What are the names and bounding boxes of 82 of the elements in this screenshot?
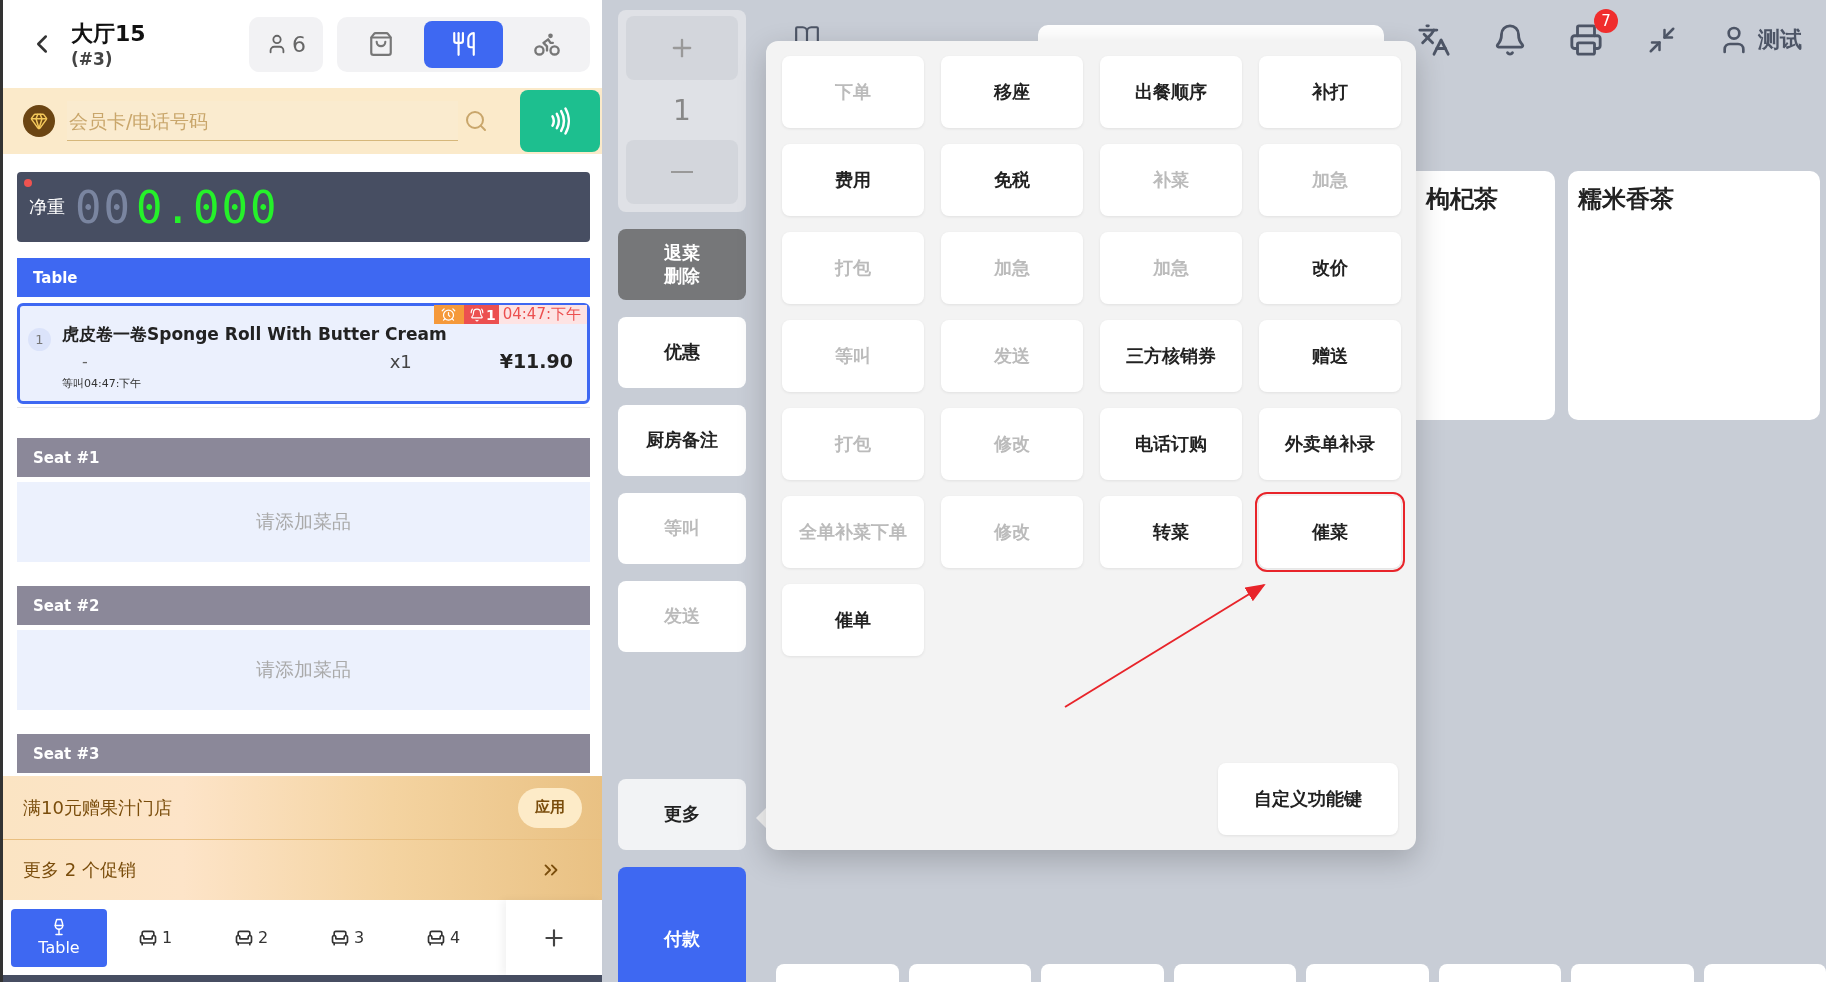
guest-count-button[interactable]: 6 xyxy=(249,16,323,72)
notification-badge: 7 xyxy=(1594,9,1618,33)
product-name: 枸杞茶 xyxy=(1426,185,1498,213)
weight-reading: 0.000 xyxy=(136,181,279,233)
product-card[interactable]: 枸杞茶 xyxy=(1416,171,1555,420)
translate-button[interactable] xyxy=(1417,23,1451,57)
seat-tab[interactable]: Table xyxy=(11,908,107,967)
product-card[interactable] xyxy=(1306,964,1429,982)
item-name: 虎皮卷一卷Sponge Roll With Butter Cream xyxy=(62,323,448,346)
seat-tab[interactable]: 4 xyxy=(395,908,491,967)
empty-seat-hint: 请添加菜品 xyxy=(17,630,590,710)
promotion-text: 满10元赠果汁门店 xyxy=(23,795,172,820)
urge-badge: 1 xyxy=(463,305,499,324)
minimize-icon xyxy=(1647,25,1677,55)
product-card[interactable] xyxy=(1438,964,1561,982)
seat-tab[interactable]: 2 xyxy=(203,908,299,967)
item-quantity: x1 xyxy=(389,350,413,372)
add-seat-button[interactable] xyxy=(506,900,602,975)
seat-header: Seat #3 xyxy=(17,734,590,773)
action-button[interactable]: 厨房备注 xyxy=(618,405,746,476)
order-item[interactable]: 1 虎皮卷一卷Sponge Roll With Butter Cream - x1 ¥11.90 等叫04:47:下午 1 04:47:下午 xyxy=(17,303,590,404)
decrease-button[interactable] xyxy=(626,140,738,204)
search-icon xyxy=(464,109,488,133)
action-button[interactable]: 退菜删除 xyxy=(618,229,746,300)
printer-icon xyxy=(1569,23,1603,57)
item-time: 04:47:下午 xyxy=(498,305,587,324)
utensils-icon xyxy=(450,31,477,57)
product-card[interactable] xyxy=(1041,964,1164,982)
empty-seat-hint: 请添加菜品 xyxy=(17,482,590,562)
net-weight-label: 净重 xyxy=(29,195,65,219)
table-section-header: Table xyxy=(17,258,590,297)
function-key[interactable]: 出餐顺序 xyxy=(1100,56,1242,128)
product-card[interactable] xyxy=(1703,964,1826,982)
printer-button[interactable] xyxy=(1569,23,1603,57)
card-reader-button[interactable] xyxy=(520,90,600,152)
seat-tab[interactable]: 1 xyxy=(107,908,203,967)
apply-button[interactable]: 应用 xyxy=(518,787,582,828)
function-key[interactable]: 外卖单补录 xyxy=(1259,408,1401,480)
alarm-clock-icon xyxy=(433,305,464,324)
minus-icon xyxy=(671,171,693,173)
action-button[interactable]: 付款 xyxy=(618,867,746,982)
user-menu[interactable]: 测试 xyxy=(1712,23,1808,57)
bell-icon xyxy=(1493,23,1527,57)
function-key[interactable]: 电话订购 xyxy=(1100,408,1242,480)
item-spec: - xyxy=(82,351,89,371)
function-key[interactable]: 移座 xyxy=(941,56,1083,128)
minimize-button[interactable] xyxy=(1647,25,1677,55)
increase-button[interactable] xyxy=(626,16,738,80)
item-note: 等叫04:47:下午 xyxy=(62,376,143,391)
order-mode-tab[interactable] xyxy=(424,20,503,68)
member-search-field[interactable]: 会员卡/电话号码 xyxy=(67,101,458,141)
bag-icon xyxy=(367,31,394,57)
status-dot xyxy=(24,179,32,187)
product-name: 糯米香茶 xyxy=(1578,185,1674,213)
seat-tab[interactable]: 3 xyxy=(299,908,395,967)
product-card[interactable]: 糯米香茶 xyxy=(1568,171,1820,420)
function-key[interactable]: 费用 xyxy=(782,144,924,216)
function-key[interactable]: 补打 xyxy=(1259,56,1401,128)
unused-digits: 00 xyxy=(75,181,132,233)
item-price: ¥11.90 xyxy=(499,350,573,372)
order-number: (#3) xyxy=(71,49,114,69)
item-index: 1 xyxy=(28,328,51,351)
function-key[interactable]: 赠送 xyxy=(1259,320,1401,392)
function-key[interactable]: 转菜 xyxy=(1100,496,1242,568)
action-button[interactable]: 更多 xyxy=(618,779,746,850)
action-button[interactable]: 优惠 xyxy=(618,317,746,388)
function-key[interactable]: 改价 xyxy=(1259,232,1401,304)
product-card[interactable] xyxy=(776,964,899,982)
product-card[interactable] xyxy=(908,964,1031,982)
function-key[interactable]: 三方核销券 xyxy=(1100,320,1242,392)
quantity-value: 1 xyxy=(672,92,692,129)
custom-keys-button[interactable]: 自定义功能键 xyxy=(1218,763,1398,835)
bell-button[interactable] xyxy=(1493,23,1527,57)
table-title: 大厅15 xyxy=(71,20,147,48)
product-card[interactable] xyxy=(1173,964,1296,982)
more-promotions-link[interactable]: 更多 2 个促销 xyxy=(23,858,136,882)
seat-header: Seat #2 xyxy=(17,586,590,625)
function-key[interactable]: 催单 xyxy=(782,584,924,656)
seat-header: Seat #1 xyxy=(17,438,590,477)
product-card[interactable] xyxy=(1571,964,1694,982)
translate-icon xyxy=(1417,23,1451,57)
function-key[interactable]: 免税 xyxy=(941,144,1083,216)
